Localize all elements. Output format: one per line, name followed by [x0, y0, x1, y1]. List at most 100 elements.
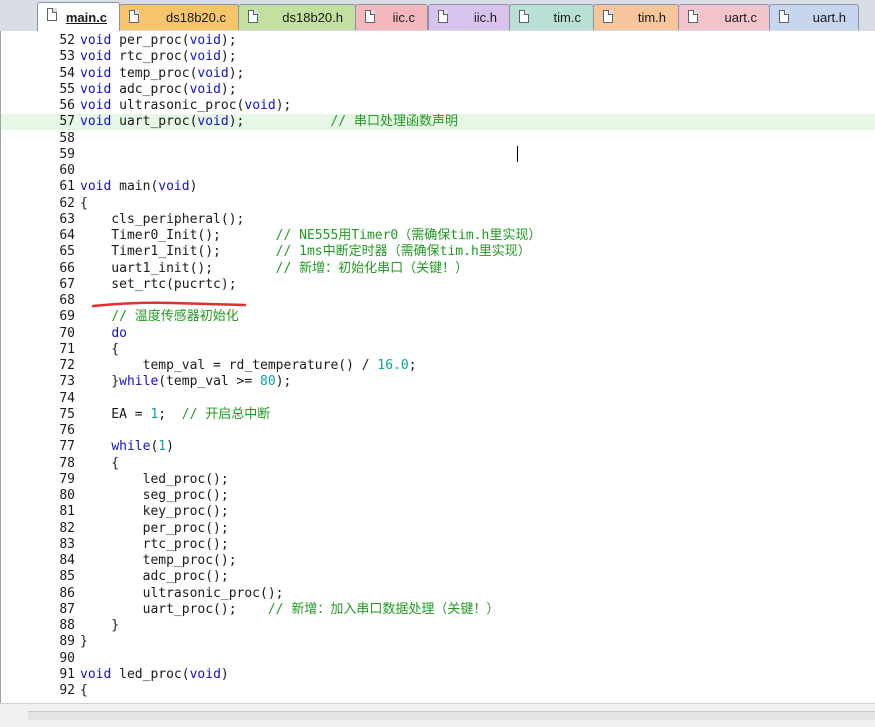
- code-text: Timer0_Init(); // NE555用Timer0（需确保tim.h里…: [80, 228, 542, 243]
- line-number: 72: [59, 358, 75, 373]
- line-number: 73: [59, 374, 75, 390]
- code-text: // 温度传感器初始化: [111, 309, 239, 325]
- code-text: void uart_proc(void); // 串口处理函数声明: [80, 114, 458, 130]
- tab-ds18b20-h[interactable]: ds18b20.h: [238, 4, 356, 30]
- code-text: void led_proc(void): [80, 666, 229, 682]
- code-line[interactable]: 85 adc_proc();: [1, 569, 875, 585]
- code-line[interactable]: 52 void per_proc(void);: [1, 33, 875, 49]
- code-line[interactable]: 63 cls_peripheral();: [1, 212, 875, 228]
- horizontal-scrollbar[interactable]: [0, 703, 875, 727]
- code-text: key_proc();: [80, 504, 229, 520]
- code-line[interactable]: 60: [1, 163, 875, 179]
- line-number: 58: [59, 130, 75, 146]
- code-line[interactable]: 71 {: [1, 342, 875, 358]
- code-line[interactable]: 66 uart1_init(); // 新增：初始化串口（关键！）: [1, 261, 875, 277]
- file-icon: [688, 10, 698, 23]
- code-line[interactable]: 88 }: [1, 618, 875, 634]
- code-line[interactable]: 84 temp_proc();: [1, 553, 875, 569]
- line-number: 60: [59, 163, 75, 178]
- code-line[interactable]: 82 per_proc();: [1, 521, 875, 537]
- code-text: seg_proc();: [80, 488, 229, 503]
- file-icon: [603, 10, 613, 23]
- scrollbar-track[interactable]: [28, 711, 875, 720]
- code-text: ultrasonic_proc();: [80, 585, 284, 601]
- code-line[interactable]: 54 void temp_proc(void);: [1, 66, 875, 82]
- tab-iic-h[interactable]: iic.h: [428, 4, 510, 30]
- tab-label: iic.c: [392, 10, 415, 25]
- line-number: 66: [59, 260, 75, 276]
- line-number: 89: [59, 634, 75, 650]
- code-editor[interactable]: 92{91 void led_proc(void) 90 89} 88 } 87 uart…: [0, 31, 875, 703]
- line-number: 78: [59, 455, 75, 471]
- code-line[interactable]: 67 set_rtc(pucrtc);: [1, 277, 875, 293]
- line-number: 69: [59, 309, 75, 325]
- code-line[interactable]: 59: [1, 147, 875, 163]
- code-text: {: [80, 455, 120, 471]
- code-text: void adc_proc(void);: [80, 81, 237, 97]
- tab-label: uart.c: [724, 10, 757, 25]
- code-line[interactable]: 89}: [1, 634, 875, 650]
- line-number: 81: [59, 504, 75, 520]
- tab-iic-c[interactable]: iic.c: [355, 4, 428, 30]
- file-icon: [248, 10, 258, 23]
- code-line[interactable]: 73 }while(temp_val >= 80);: [1, 374, 875, 390]
- code-line[interactable]: 79 led_proc();: [1, 472, 875, 488]
- code-text: }: [80, 618, 120, 633]
- code-line[interactable]: 56 void ultrasonic_proc(void);: [1, 98, 875, 114]
- code-line[interactable]: 53 void rtc_proc(void);: [1, 49, 875, 65]
- line-number: 65: [59, 244, 75, 260]
- tab-tim-c[interactable]: tim.c: [509, 4, 594, 30]
- code-text: uart_proc(); // 新增：加入串口数据处理（关键！）: [80, 601, 500, 617]
- code-line[interactable]: 64 Timer0_Init(); // NE555用Timer0（需确保tim…: [1, 228, 875, 244]
- line-number: 84: [59, 553, 75, 568]
- code-line[interactable]: 77 while(1): [1, 439, 875, 455]
- code-line[interactable]: 69 // 温度传感器初始化: [1, 309, 875, 325]
- code-line[interactable]: 81 key_proc();: [1, 504, 875, 520]
- code-text: set_rtc(pucrtc);: [80, 276, 237, 292]
- code-line[interactable]: 72 temp_val = rd_temperature() / 16.0;: [1, 358, 875, 374]
- line-number: 61: [59, 179, 75, 195]
- line-number: 91: [59, 666, 75, 682]
- code-line[interactable]: 75 EA = 1; // 开启总中断: [1, 407, 875, 423]
- code-text: void ultrasonic_proc(void);: [80, 98, 292, 113]
- line-number: 88: [59, 618, 75, 633]
- file-icon: [47, 8, 57, 21]
- line-number: 57: [59, 114, 75, 130]
- code-line[interactable]: 92 {: [1, 683, 875, 699]
- code-line[interactable]: 74: [1, 391, 875, 407]
- code-line[interactable]: 78 {: [1, 456, 875, 472]
- line-number: 74: [59, 390, 75, 406]
- tab-label: tim.h: [637, 10, 666, 25]
- code-line[interactable]: 70 do: [1, 326, 875, 342]
- tab-ds18b20-c[interactable]: ds18b20.c: [119, 4, 239, 30]
- code-line[interactable]: 86 ultrasonic_proc();: [1, 586, 875, 602]
- code-text: {: [80, 195, 88, 211]
- line-number: 70: [59, 325, 75, 341]
- code-line[interactable]: 87 uart_proc(); // 新增：加入串口数据处理（关键！）: [1, 602, 875, 618]
- file-tab-bar: main.c ds18b20.c ds18b20.h iic.c iic.h tim.c t…: [0, 0, 875, 32]
- code-line[interactable]: 65 Timer1_Init(); // 1ms中断定时器（需确保tim.h里实…: [1, 244, 875, 260]
- code-line[interactable]: 61 void main(void): [1, 179, 875, 195]
- code-line[interactable]: 57 void uart_proc(void); // 串口处理函数声明: [1, 114, 875, 131]
- code-text: temp_val = rd_temperature() / 16.0;: [80, 358, 417, 373]
- code-line[interactable]: 76: [1, 423, 875, 439]
- tab-uart-h[interactable]: uart.h: [769, 4, 859, 30]
- code-line[interactable]: 83 rtc_proc();: [1, 537, 875, 553]
- line-number: 92: [59, 683, 75, 698]
- tab-tim-h[interactable]: tim.h: [593, 4, 679, 30]
- line-number: 64: [59, 228, 75, 243]
- code-line[interactable]: 62 {: [1, 196, 875, 212]
- code-text: cls_peripheral();: [80, 211, 245, 227]
- code-line[interactable]: 90: [1, 651, 875, 667]
- code-text: rtc_proc();: [80, 536, 229, 552]
- tab-uart-c[interactable]: uart.c: [678, 4, 770, 30]
- code-line[interactable]: 55 void adc_proc(void);: [1, 82, 875, 98]
- line-number: 55: [59, 81, 75, 97]
- tab-label: iic.h: [473, 10, 497, 25]
- code-line[interactable]: 91 void led_proc(void): [1, 667, 875, 683]
- code-text: }: [80, 634, 88, 650]
- tab-main-c[interactable]: main.c: [37, 2, 120, 31]
- code-line[interactable]: 80 seg_proc();: [1, 488, 875, 504]
- tab-label: ds18b20.h: [282, 10, 343, 25]
- code-line[interactable]: 58: [1, 131, 875, 147]
